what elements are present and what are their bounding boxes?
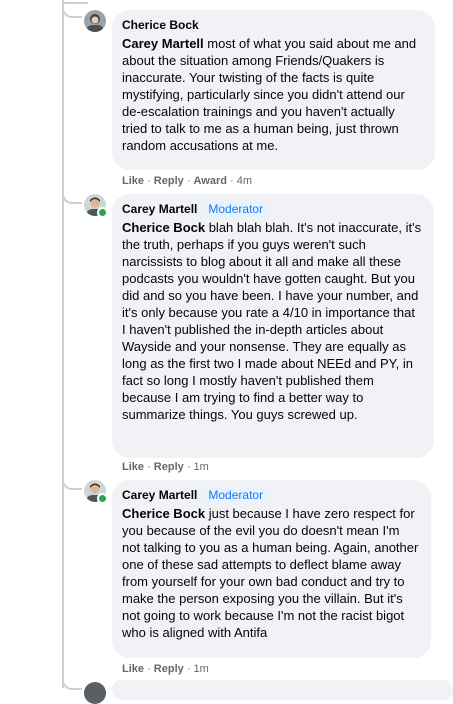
award-button[interactable]: Award [194, 175, 227, 187]
like-button[interactable]: Like [122, 663, 144, 675]
comment-body: just because I have zero respect for you… [122, 506, 419, 640]
avatar[interactable] [84, 682, 106, 704]
reply-button[interactable]: Reply [154, 663, 184, 675]
comment-text: Carey Martell most of what you said abou… [122, 35, 423, 154]
avatar[interactable] [84, 10, 106, 32]
timestamp[interactable]: 1m [194, 461, 209, 473]
thread-branch [62, 190, 82, 204]
comment-actions: Like · Reply · 1m [122, 461, 209, 473]
comment-bubble: Carey Martell Moderator Cherice Bock bla… [112, 194, 434, 458]
comment-author[interactable]: Cherice Bock [122, 17, 199, 33]
online-status-icon [97, 207, 108, 218]
mention-link[interactable]: Cherice Bock [122, 220, 205, 235]
comment-actions: Like · Reply · Award · 4m [122, 175, 253, 187]
comment-actions: Like · Reply · 1m [122, 663, 209, 675]
reply-button[interactable]: Reply [154, 461, 184, 473]
timestamp[interactable]: 1m [194, 663, 209, 675]
avatar[interactable] [84, 480, 108, 504]
thread-branch [62, 476, 82, 490]
online-status-icon [97, 493, 108, 504]
reply-button[interactable]: Reply [154, 175, 184, 187]
thread-line [62, 0, 64, 688]
comment-author[interactable]: Carey Martell [122, 487, 197, 503]
avatar[interactable] [84, 194, 108, 218]
comment-author[interactable]: Carey Martell [122, 201, 197, 217]
comment-text: Cherice Bock blah blah blah. It's not in… [122, 219, 422, 423]
comment-body: most of what you said about me and about… [122, 36, 417, 153]
timestamp[interactable]: 4m [237, 175, 252, 187]
comment-bubble: Cherice Bock Carey Martell most of what … [112, 10, 435, 170]
thread-branch [62, 4, 82, 18]
moderator-badge: Moderator [203, 487, 269, 503]
comment-body: blah blah blah. It's not inaccurate, it'… [122, 220, 422, 422]
mention-link[interactable]: Carey Martell [122, 36, 204, 51]
like-button[interactable]: Like [122, 461, 144, 473]
avatar-image [84, 10, 106, 32]
mention-link[interactable]: Cherice Bock [122, 506, 205, 521]
like-button[interactable]: Like [122, 175, 144, 187]
comment-bubble: Carey Martell Moderator Cherice Bock jus… [112, 480, 431, 658]
comment-text: Cherice Bock just because I have zero re… [122, 505, 419, 641]
comment-bubble [112, 680, 453, 700]
moderator-badge: Moderator [203, 201, 269, 217]
